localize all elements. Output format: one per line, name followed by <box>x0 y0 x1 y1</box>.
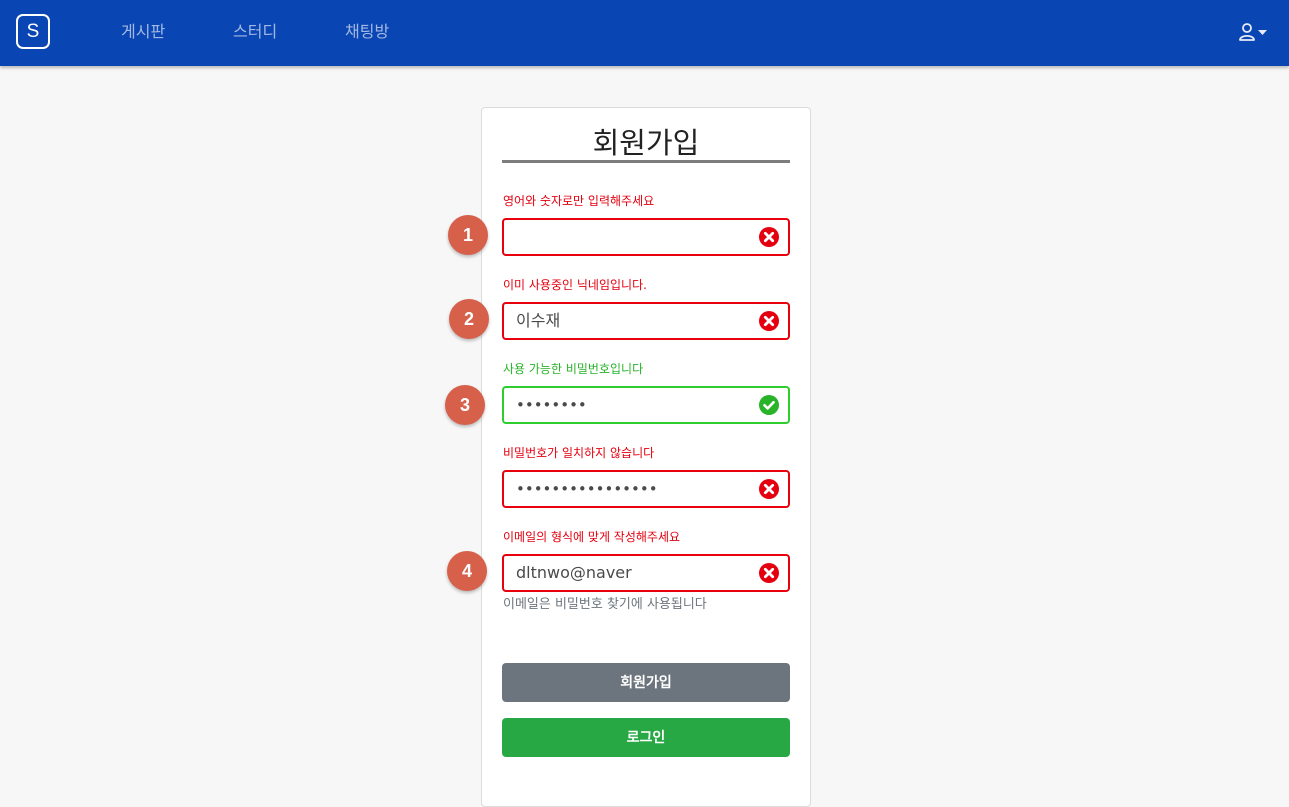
email-help-text: 이메일은 비밀번호 찾기에 사용됩니다 <box>503 597 707 612</box>
login-button[interactable]: 로그인 <box>502 718 790 757</box>
step-badge-1: 1 <box>448 215 488 255</box>
page-title: 회원가입 <box>592 126 700 160</box>
step-badge-3: 3 <box>445 385 485 425</box>
user-menu-dropdown[interactable] <box>1238 23 1268 41</box>
password-confirm-input[interactable]: •••••••••••••••• <box>502 470 790 508</box>
caret-down-icon <box>1258 30 1267 35</box>
nickname-value: 이수재 <box>516 311 561 330</box>
email-input[interactable]: dltnwo@naver <box>502 554 790 592</box>
nickname-input[interactable]: 이수재 <box>502 302 790 340</box>
password-confirm-error-message: 비밀번호가 일치하지 않습니다 <box>503 446 655 460</box>
email-value: dltnwo@naver <box>516 563 632 582</box>
nav-link-chatroom[interactable]: 채팅방 <box>345 21 389 43</box>
navbar: S 게시판 스터디 채팅방 <box>0 0 1289 66</box>
username-error-message: 영어와 숫자로만 입력해주세요 <box>503 194 655 208</box>
password-value: •••••••• <box>516 396 587 414</box>
error-icon <box>759 479 779 499</box>
error-icon <box>759 311 779 331</box>
error-icon <box>759 227 779 247</box>
username-input[interactable] <box>502 218 790 256</box>
password-confirm-value: •••••••••••••••• <box>516 480 658 498</box>
email-error-message: 이메일의 형식에 맞게 작성해주세요 <box>503 530 681 544</box>
error-icon <box>759 563 779 583</box>
title-underline <box>502 160 790 163</box>
step-badge-4: 4 <box>447 551 487 591</box>
password-input[interactable]: •••••••• <box>502 386 790 424</box>
brand-logo[interactable]: S <box>16 14 50 49</box>
password-valid-message: 사용 가능한 비밀번호입니다 <box>503 362 644 376</box>
step-badge-2: 2 <box>449 299 489 339</box>
nav-link-board[interactable]: 게시판 <box>121 21 165 43</box>
nav-link-study[interactable]: 스터디 <box>233 21 277 43</box>
check-icon <box>759 395 779 415</box>
nickname-error-message: 이미 사용중인 닉네임입니다. <box>503 278 647 292</box>
signup-button[interactable]: 회원가입 <box>502 663 790 702</box>
user-icon <box>1239 23 1267 41</box>
